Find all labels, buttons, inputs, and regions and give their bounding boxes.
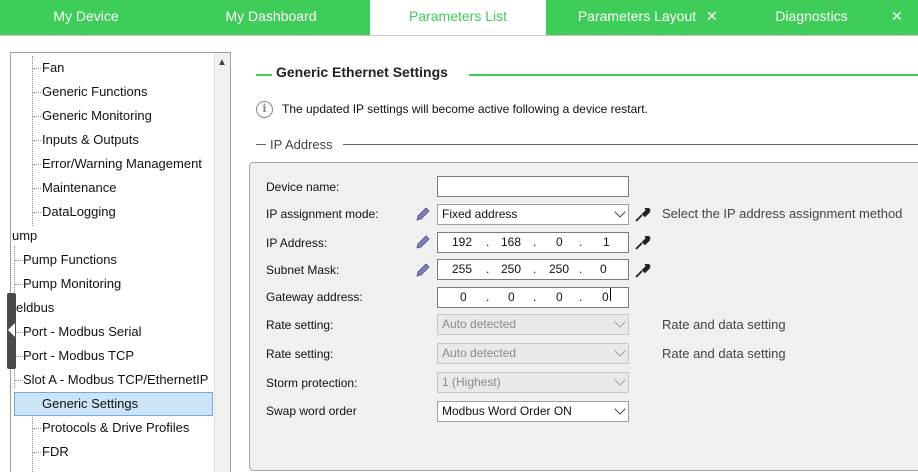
chevron-down-icon [614, 374, 626, 386]
tree-guide [33, 116, 41, 117]
tab-parameters-layout[interactable]: Parameters Layout ✕ [560, 0, 730, 35]
subnet-mask-label: Subnet Mask: [266, 263, 340, 277]
info-message: The updated IP settings will become acti… [282, 102, 648, 116]
subnet-mask-input[interactable]: 255. 250. 250. 0 [437, 259, 629, 280]
swap-word-order-label: Swap word order [266, 404, 357, 418]
tree-item-fieldbus[interactable]: eldbus [16, 296, 54, 320]
chevron-down-icon [614, 403, 626, 415]
tree-item-datalogging[interactable]: DataLogging [42, 200, 116, 224]
tree-guide [33, 188, 41, 189]
tab-diagnostics[interactable]: Diagnostics ✕ [745, 0, 918, 35]
tree-item-slot-a[interactable]: Slot A - Modbus TCP/EthernetIP [23, 368, 208, 392]
rate-setting-label: Rate setting: [266, 318, 334, 332]
tree-item-error-warning[interactable]: Error/Warning Management [42, 152, 202, 176]
chevron-down-icon [614, 345, 626, 357]
chevron-down-icon [614, 206, 626, 218]
storm-protection-select: 1 (Highest) [437, 372, 629, 393]
tree-guide [15, 356, 23, 357]
ip-address-label: IP Address: [266, 236, 328, 250]
subsection-rule [256, 144, 266, 145]
close-icon[interactable]: ✕ [706, 0, 718, 33]
subsection-title: IP Address [270, 137, 333, 152]
gateway-input[interactable]: 0. 0. 0. 0 [437, 287, 629, 308]
tree-item-pump-monitoring[interactable]: Pump Monitoring [23, 272, 121, 296]
close-icon[interactable]: ✕ [891, 0, 903, 33]
ip-address-input[interactable]: 192. 168. 0. 1 [437, 232, 629, 253]
ip-mode-label: IP assignment mode: [266, 207, 379, 221]
pencil-icon[interactable] [415, 207, 431, 221]
tree-guide [33, 212, 41, 213]
collapse-arrow-icon[interactable] [8, 323, 15, 337]
tree-guide [15, 260, 23, 261]
tree-item-pump[interactable]: ump [12, 224, 37, 248]
wrench-icon[interactable] [635, 208, 651, 222]
swap-word-order-select[interactable]: Modbus Word Order ON [437, 401, 629, 422]
tree-item-generic-monitoring[interactable]: Generic Monitoring [42, 104, 152, 128]
rate-setting-select-2: Auto detected [437, 343, 629, 364]
tree-guide [33, 68, 41, 69]
tree-item-pump-functions[interactable]: Pump Functions [23, 248, 117, 272]
tab-parameters-list[interactable]: Parameters List [370, 0, 546, 36]
tree-guide [32, 56, 33, 226]
wrench-icon[interactable] [635, 264, 651, 278]
text-caret [610, 288, 611, 301]
ip-mode-hint: Select the IP address assignment method [662, 206, 903, 221]
section-rule [256, 74, 272, 76]
tree-item-inputs-outputs[interactable]: Inputs & Outputs [42, 128, 139, 152]
tree-item-protocols[interactable]: Protocols & Drive Profiles [42, 416, 189, 440]
rate-setting-hint: Rate and data setting [662, 317, 786, 332]
tab-bar-divider [0, 35, 918, 36]
subsection-rule [343, 144, 918, 145]
device-name-label: Device name: [266, 180, 340, 194]
tree-guide [33, 428, 41, 429]
tree-guide [15, 284, 23, 285]
tab-my-device[interactable]: My Device [0, 0, 172, 35]
rate-setting-label-2: Rate setting: [266, 347, 334, 361]
tree-guide [33, 452, 41, 453]
info-icon: i [256, 101, 273, 118]
device-name-input[interactable] [437, 176, 629, 197]
tree-guide [15, 380, 23, 381]
wrench-icon[interactable] [635, 236, 651, 250]
tab-bar: My Device My Dashboard Parameters List P… [0, 0, 918, 36]
chevron-down-icon [614, 316, 626, 328]
gateway-label: Gateway address: [266, 290, 363, 304]
tree-item-generic-settings[interactable]: Generic Settings [14, 392, 213, 416]
tree-item-maintenance[interactable]: Maintenance [42, 176, 116, 200]
storm-protection-label: Storm protection: [266, 376, 358, 390]
ip-mode-select[interactable]: Fixed address [437, 204, 629, 225]
tree-scrollbar[interactable] [214, 53, 230, 472]
tree-guide [15, 332, 23, 333]
tree-item-fan[interactable]: Fan [42, 56, 64, 80]
tree-guide [14, 246, 15, 296]
tab-my-dashboard[interactable]: My Dashboard [185, 0, 357, 35]
section-title: Generic Ethernet Settings [276, 64, 448, 80]
pencil-icon[interactable] [415, 235, 431, 249]
rate-setting-hint-2: Rate and data setting [662, 346, 786, 361]
tree-guide [33, 92, 41, 93]
tree-item-port-modbus-tcp[interactable]: Port - Modbus TCP [23, 344, 134, 368]
tree-guide [33, 164, 41, 165]
tree-guide [33, 140, 41, 141]
tree-item-generic-functions[interactable]: Generic Functions [42, 80, 148, 104]
rate-setting-select: Auto detected [437, 314, 629, 335]
tree-item-fdr[interactable]: FDR [42, 440, 69, 464]
section-rule [469, 74, 918, 76]
scroll-up-icon[interactable]: ▲ [214, 56, 230, 70]
tree-item-port-modbus-serial[interactable]: Port - Modbus Serial [23, 320, 142, 344]
pencil-icon[interactable] [415, 263, 431, 277]
